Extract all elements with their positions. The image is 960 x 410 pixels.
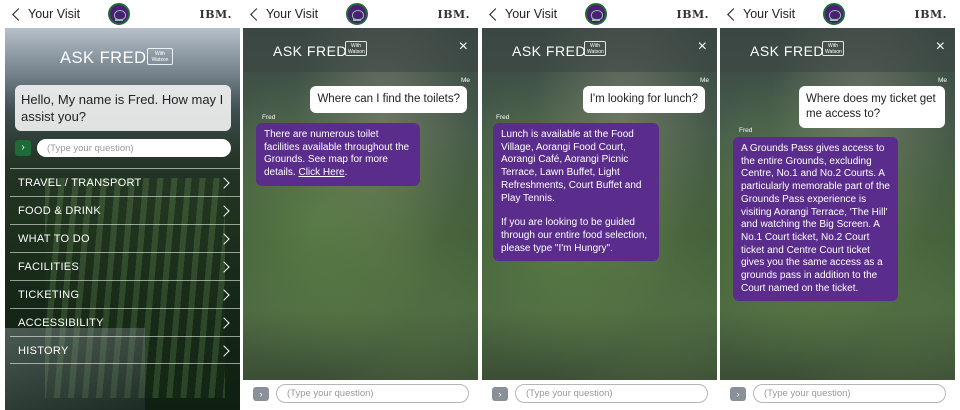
- send-button[interactable]: ›: [15, 140, 31, 156]
- back-button[interactable]: Your Visit: [488, 7, 557, 21]
- ibm-logo: IBM.: [199, 8, 232, 21]
- top-bar: Your Visit IBM.: [720, 0, 955, 28]
- fred-message-paragraph: If you are looking to be guided through …: [501, 217, 648, 254]
- back-label: Your Visit: [743, 7, 796, 21]
- chevron-left-icon: [250, 7, 263, 21]
- back-label: Your Visit: [28, 7, 81, 21]
- chevron-right-icon: [218, 205, 230, 217]
- chevron-left-icon: [489, 7, 502, 21]
- menu-item-travel-transport[interactable]: TRAVEL / TRANSPORT: [10, 168, 240, 196]
- back-button[interactable]: Your Visit: [726, 7, 795, 21]
- topic-menu: TRAVEL / TRANSPORT FOOD & DRINK WHAT TO …: [10, 168, 240, 364]
- wimbledon-logo-icon: [823, 3, 845, 25]
- watson-badge: With Watson: [147, 48, 173, 65]
- chat-input-bar: ›: [482, 380, 717, 410]
- chat-title: ASK FRED: [273, 43, 348, 59]
- send-button[interactable]: ›: [492, 387, 508, 401]
- chat-header: ASK FRED With Watson ×: [243, 28, 478, 72]
- chevron-right-icon: [218, 345, 230, 357]
- wimbledon-logo-icon: [108, 3, 130, 25]
- page-title: ASK FRED: [60, 49, 147, 67]
- question-input[interactable]: [276, 384, 469, 403]
- user-message: I'm looking for lunch?: [582, 86, 705, 113]
- fred-label: Fred: [739, 127, 753, 134]
- close-icon[interactable]: ×: [936, 39, 945, 55]
- chevron-left-icon: [12, 7, 25, 21]
- chevron-right-icon: [218, 317, 230, 329]
- back-button[interactable]: Your Visit: [249, 7, 318, 21]
- click-here-link[interactable]: Click Here: [298, 167, 344, 178]
- question-input[interactable]: [37, 139, 231, 157]
- chat-input-bar: ›: [243, 380, 478, 410]
- user-message: Where does my ticket get me access to?: [799, 86, 945, 128]
- menu-item-label: TICKETING: [18, 289, 80, 301]
- greeting-bubble: Hello, My name is Fred. How may I assist…: [15, 85, 231, 131]
- back-button[interactable]: Your Visit: [11, 7, 80, 21]
- top-bar: Your Visit IBM.: [243, 0, 478, 28]
- menu-item-facilities[interactable]: FACILITIES: [10, 252, 240, 280]
- top-bar: Your Visit IBM.: [5, 0, 240, 28]
- fred-message: There are numerous toilet facilities ava…: [256, 123, 420, 186]
- menu-item-what-to-do[interactable]: WHAT TO DO: [10, 224, 240, 252]
- watson-badge: With Watson: [345, 41, 367, 56]
- chat-header: ASK FRED With Watson ×: [482, 28, 717, 72]
- back-label: Your Visit: [266, 7, 319, 21]
- fred-message: Lunch is available at the Food Village, …: [493, 123, 659, 262]
- blurred-background: [243, 28, 478, 380]
- me-label: Me: [699, 77, 709, 84]
- chat-title: ASK FRED: [750, 43, 825, 59]
- top-bar: Your Visit IBM.: [482, 0, 717, 28]
- menu-item-ticketing[interactable]: TICKETING: [10, 280, 240, 308]
- back-label: Your Visit: [505, 7, 558, 21]
- question-input[interactable]: [515, 384, 708, 403]
- menu-item-label: FACILITIES: [18, 261, 80, 273]
- menu-item-label: HISTORY: [18, 345, 69, 357]
- user-message: Where can I find the toilets?: [310, 86, 467, 113]
- send-button[interactable]: ›: [253, 387, 269, 401]
- chat-screen-lunch: Your Visit IBM. ASK FRED With Watson × M…: [482, 0, 717, 410]
- chat-screen-toilets: Your Visit IBM. ASK FRED With Watson × M…: [243, 0, 478, 410]
- menu-item-label: WHAT TO DO: [18, 233, 90, 245]
- watson-badge: With Watson: [584, 41, 606, 56]
- fred-message-paragraph: Lunch is available at the Food Village, …: [501, 129, 642, 204]
- ibm-logo: IBM.: [914, 8, 947, 21]
- menu-item-food-drink[interactable]: FOOD & DRINK: [10, 196, 240, 224]
- menu-item-history[interactable]: HISTORY: [10, 336, 240, 364]
- question-input[interactable]: [753, 384, 946, 403]
- close-icon[interactable]: ×: [698, 39, 707, 55]
- menu-item-label: ACCESSIBILITY: [18, 317, 104, 329]
- wimbledon-logo-icon: [346, 3, 368, 25]
- question-input-row: ›: [15, 139, 232, 157]
- fred-message: A Grounds Pass gives access to the entir…: [733, 137, 898, 302]
- menu-item-label: TRAVEL / TRANSPORT: [18, 177, 142, 189]
- chat-screen-ticket: Your Visit IBM. ASK FRED With Watson × M…: [720, 0, 955, 410]
- menu-item-label: FOOD & DRINK: [18, 205, 102, 217]
- chat-input-bar: ›: [720, 380, 955, 410]
- fred-label: Fred: [496, 114, 510, 121]
- ibm-logo: IBM.: [437, 8, 470, 21]
- chevron-right-icon: [218, 233, 230, 245]
- send-button[interactable]: ›: [730, 387, 746, 401]
- chevron-right-icon: [218, 261, 230, 273]
- chevron-left-icon: [727, 7, 740, 21]
- fred-label: Fred: [262, 114, 276, 121]
- home-screen: Your Visit IBM. ASK FRED With Watson Hel…: [5, 0, 240, 410]
- chat-header: ASK FRED With Watson ×: [720, 28, 955, 72]
- chevron-right-icon: [218, 289, 230, 301]
- wimbledon-logo-icon: [585, 3, 607, 25]
- chat-title: ASK FRED: [512, 43, 587, 59]
- chevron-right-icon: [218, 177, 230, 189]
- watson-badge: With Watson: [822, 41, 844, 56]
- me-label: Me: [937, 77, 947, 84]
- ibm-logo: IBM.: [676, 8, 709, 21]
- menu-item-accessibility[interactable]: ACCESSIBILITY: [10, 308, 240, 336]
- me-label: Me: [460, 77, 470, 84]
- close-icon[interactable]: ×: [459, 39, 468, 55]
